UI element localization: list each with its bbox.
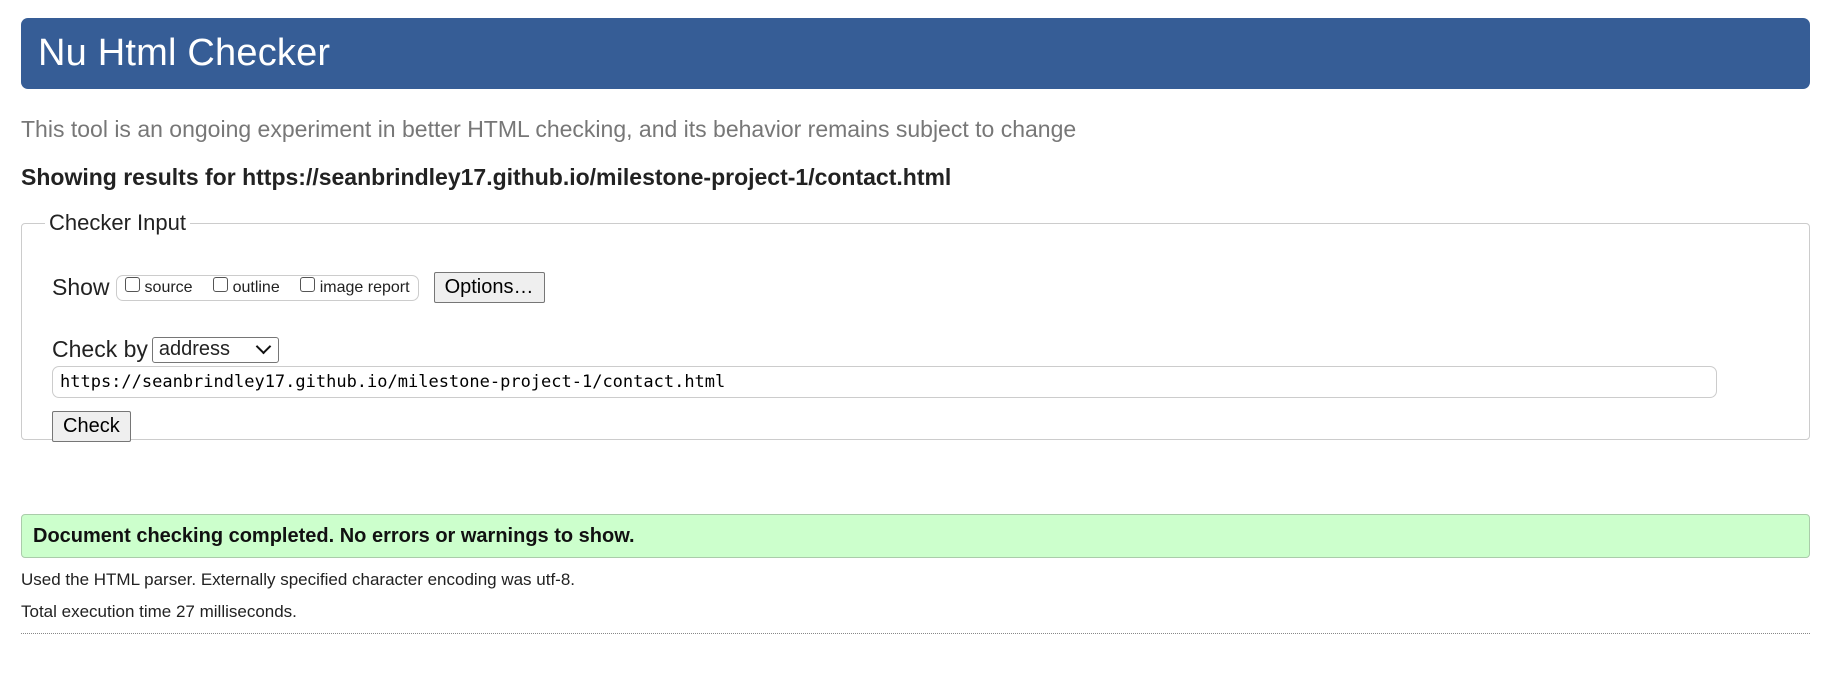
url-input[interactable]: https://seanbrindley17.github.io/milesto… xyxy=(52,366,1717,398)
check-by-selected-value: address xyxy=(158,338,231,360)
options-button[interactable]: Options… xyxy=(433,272,545,303)
show-options-group: source outline image report xyxy=(115,274,419,301)
tagline: This tool is an ongoing experiment in be… xyxy=(21,116,1077,142)
show-outline-checkbox[interactable]: outline xyxy=(212,277,280,297)
show-label: Show xyxy=(52,274,110,300)
checkbox-label-image-report: image report xyxy=(319,278,410,296)
check-by-row: Check by address xyxy=(52,336,279,363)
checkbox-box[interactable] xyxy=(299,277,315,292)
checkbox-box[interactable] xyxy=(124,277,140,292)
parser-info: Used the HTML parser. Externally specifi… xyxy=(21,570,576,589)
chevron-down-icon xyxy=(255,338,272,355)
checkbox-box[interactable] xyxy=(212,277,228,292)
divider xyxy=(21,633,1810,634)
show-row: Show source outline image report Options… xyxy=(52,272,545,303)
checker-input-fieldset: Checker Input Show source outline image … xyxy=(21,210,1810,442)
checkbox-label-outline: outline xyxy=(232,278,280,296)
url-input-value: https://seanbrindley17.github.io/milesto… xyxy=(60,372,726,392)
results-heading: Showing results for https://seanbrindley… xyxy=(21,164,952,190)
show-source-checkbox[interactable]: source xyxy=(124,277,193,297)
header-banner: Nu Html Checker xyxy=(21,18,1810,89)
check-by-select[interactable]: address xyxy=(151,336,279,363)
page-title: Nu Html Checker xyxy=(38,32,331,74)
checker-input-legend: Checker Input xyxy=(49,210,186,235)
check-button[interactable]: Check xyxy=(52,411,131,442)
page: Nu Html Checker This tool is an ongoing … xyxy=(0,0,1830,676)
check-by-label: Check by xyxy=(52,336,148,362)
success-message: Document checking completed. No errors o… xyxy=(21,514,1810,558)
execution-time: Total execution time 27 milliseconds. xyxy=(21,602,297,621)
show-image-report-checkbox[interactable]: image report xyxy=(299,277,410,297)
checkbox-label-source: source xyxy=(144,278,193,296)
